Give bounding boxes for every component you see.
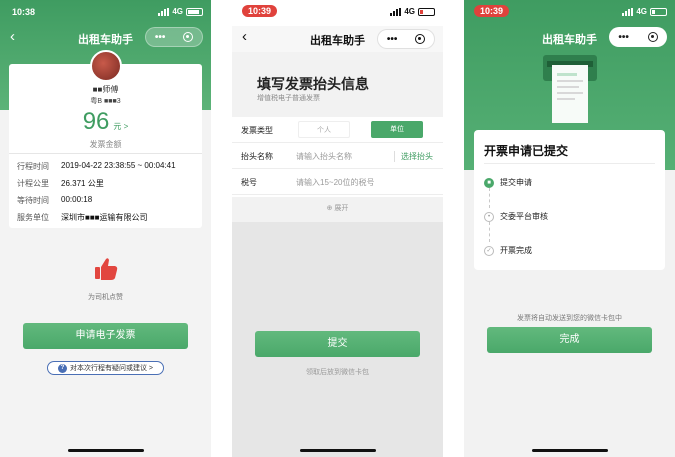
- signal-icon: [390, 7, 402, 16]
- divider: [9, 153, 202, 154]
- nav-bar: ‹ 出租车助手 •••: [0, 26, 211, 48]
- step-label: 提交申请: [500, 178, 532, 187]
- step-review: • 交委平台审核: [484, 211, 548, 222]
- signal-icon: [158, 7, 170, 16]
- status-time: 10:39: [474, 5, 510, 17]
- divider: [484, 163, 655, 164]
- expand-label: 展开: [334, 205, 349, 212]
- status-title: 开票申请已提交: [484, 144, 569, 158]
- nav-bar: 出租车助手 •••: [464, 26, 675, 48]
- plate-number: 粤B ■■■3: [90, 98, 121, 105]
- submit-button[interactable]: 提交: [255, 331, 420, 357]
- user-icon: •: [484, 211, 494, 222]
- feedback-label: 对本次行程有疑问或建议 >: [69, 365, 154, 372]
- title-name-row: 抬头名称 请输入抬头名称 选择抬头: [232, 143, 443, 169]
- step-label: 开票完成: [500, 246, 532, 255]
- mini-program-capsule[interactable]: •••: [609, 27, 667, 47]
- form-subtitle: 增值税电子普通发票: [257, 95, 320, 102]
- step-label: 交委平台审核: [500, 212, 548, 221]
- done-button[interactable]: 完成: [487, 327, 652, 353]
- more-icon[interactable]: •••: [618, 32, 629, 43]
- mini-program-capsule[interactable]: •••: [145, 27, 203, 47]
- step-connector: [489, 188, 490, 208]
- amount-unit: 元 >: [113, 122, 129, 131]
- invoice-amount[interactable]: 96 元 >: [0, 108, 211, 136]
- invoice-form: 发票类型 个人 单位 抬头名称 请输入抬头名称 选择抬头 税号 请输入15~20…: [232, 117, 443, 197]
- check-icon: ■: [484, 177, 494, 188]
- battery-icon: [186, 7, 203, 16]
- apply-invoice-button[interactable]: 申请电子发票: [23, 323, 188, 349]
- type-option-company[interactable]: 单位: [371, 121, 423, 138]
- home-indicator: [299, 449, 376, 452]
- network-label: 4G: [172, 7, 183, 16]
- title-name-input[interactable]: 请输入抬头名称: [296, 151, 352, 162]
- title-name-label: 抬头名称: [241, 152, 273, 161]
- home-indicator: [67, 449, 144, 452]
- invoice-type-label: 发票类型: [241, 126, 273, 135]
- phone-screen-invoice-form: 10:39 4G ‹ 出租车助手 ••• 填写发票抬头信息 增值税电子普通发票 …: [232, 0, 443, 457]
- battery-icon: [418, 7, 435, 16]
- invoice-type-row: 发票类型 个人 单位: [232, 117, 443, 143]
- nav-bar: ‹ 出租车助手 •••: [232, 26, 443, 52]
- avatar: [89, 50, 122, 82]
- expand-toggle[interactable]: ⊕ 展开: [232, 203, 443, 213]
- close-target-icon[interactable]: [183, 32, 194, 42]
- phone-screen-trip-detail: 10:38 4G ‹ 出租车助手 ••• ■■师傅 粤B ■■■3 96 元 > …: [0, 0, 211, 457]
- printer-icon: [542, 55, 597, 123]
- network-label: 4G: [404, 7, 415, 16]
- status-time: 10:39: [242, 5, 278, 17]
- amount-value: 96: [82, 108, 110, 135]
- wallet-note: 发票将自动发送到您的微信卡包中: [517, 315, 622, 322]
- status-bar: 10:38 4G: [0, 0, 211, 26]
- tax-id-label: 税号: [241, 178, 257, 187]
- tax-id-input[interactable]: 请输入15~20位的税号: [296, 177, 374, 188]
- info-row-company: 服务单位 深圳市■■■运输有限公司: [17, 213, 148, 222]
- like-driver-label: 为司机点赞: [88, 294, 123, 301]
- home-indicator: [531, 449, 608, 452]
- step-connector: [489, 222, 490, 242]
- network-label: 4G: [636, 7, 647, 16]
- driver-name: ■■师傅: [92, 85, 119, 94]
- feedback-link[interactable]: ? 对本次行程有疑问或建议 >: [47, 361, 164, 375]
- amount-label: 发票金额: [89, 140, 122, 149]
- question-icon: ?: [57, 363, 67, 373]
- status-bar: 10:39 4G: [232, 0, 443, 26]
- check-circle-icon: ✓: [484, 245, 494, 256]
- signal-icon: [622, 7, 634, 16]
- info-row-trip-time: 行程时间 2019-04-22 23:38:55 ~ 00:04:41: [17, 161, 176, 171]
- info-row-distance: 计程公里 26.371 公里: [17, 179, 104, 188]
- status-time: 10:38: [12, 7, 36, 17]
- step-submit: ■ 提交申请: [484, 177, 532, 188]
- close-target-icon[interactable]: [415, 34, 426, 44]
- info-row-wait-time: 等待时间 00:00:18: [17, 195, 93, 205]
- tax-id-row: 税号 请输入15~20位的税号: [232, 169, 443, 195]
- battery-icon: [650, 7, 667, 16]
- more-icon[interactable]: •••: [387, 34, 398, 45]
- form-title: 填写发票抬头信息: [257, 76, 369, 92]
- step-complete: ✓ 开票完成: [484, 245, 532, 256]
- mini-program-capsule[interactable]: •••: [377, 29, 435, 49]
- status-bar: 10:39 4G: [464, 0, 675, 26]
- type-option-personal[interactable]: 个人: [298, 121, 350, 138]
- choose-title-button[interactable]: 选择抬头: [394, 151, 433, 162]
- thumbs-up-icon[interactable]: [93, 256, 119, 282]
- submit-note: 领取后放到微信卡包: [306, 369, 369, 376]
- more-icon[interactable]: •••: [155, 32, 166, 43]
- close-target-icon[interactable]: [647, 32, 658, 42]
- phone-screen-submitted: 10:39 4G 出租车助手 ••• 开票申请已提交 ■ 提交申请 • 交委平台…: [464, 0, 675, 457]
